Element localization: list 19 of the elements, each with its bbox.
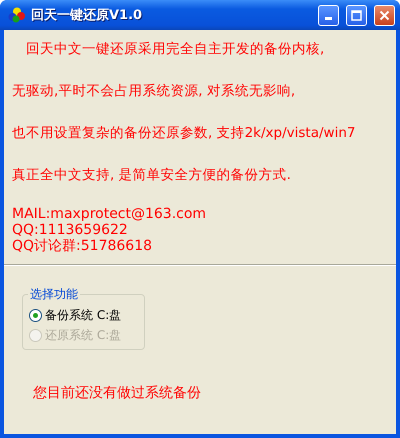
- contact-text: QQ:1113659622: [12, 222, 129, 238]
- intro-text: 真正全中文支持, 是简单安全方便的备份方式.: [12, 166, 291, 184]
- intro-text: 无驱动,平时不会占用系统资源, 对系统无影响,: [12, 82, 296, 100]
- window-title: 回天一键还原V1.0: [31, 7, 144, 24]
- minimize-icon: [325, 17, 332, 20]
- contact-text: QQ讨论群:51786618: [12, 238, 154, 254]
- close-icon: [379, 10, 390, 20]
- close-button[interactable]: [374, 4, 395, 26]
- minimize-button[interactable]: [318, 4, 339, 26]
- maximize-icon: [351, 10, 362, 20]
- contact-text: MAIL:maxprotect@163.com: [12, 206, 208, 222]
- group-title: 选择功能: [28, 286, 80, 303]
- intro-text: 也不用设置复杂的备份还原参数, 支持2k/xp/vista/win7: [12, 124, 356, 142]
- status-message: 您目前还没有做过系统备份: [33, 384, 202, 402]
- intro-text: 回天中文一键还原采用完全自主开发的备份内核,: [26, 40, 324, 58]
- radio-option[interactable]: 备份系统 C:盘: [29, 307, 144, 323]
- radio-button[interactable]: [29, 308, 42, 322]
- maximize-button[interactable]: [346, 4, 367, 26]
- app-icon: [8, 7, 26, 23]
